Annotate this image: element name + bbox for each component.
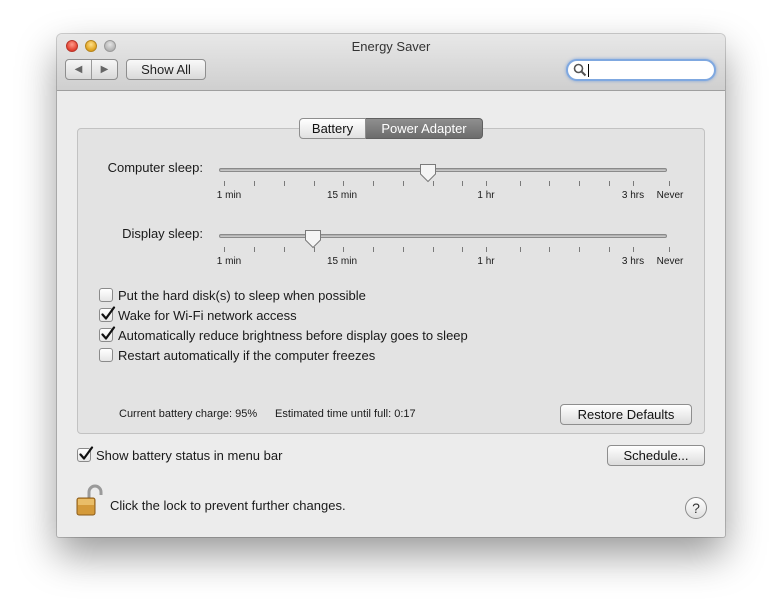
option-hard-disk-sleep[interactable]: Put the hard disk(s) to sleep when possi… bbox=[99, 286, 366, 304]
search-field[interactable] bbox=[566, 59, 716, 81]
time-until-full-status: Estimated time until full: 0:17 bbox=[275, 408, 416, 420]
tick bbox=[549, 247, 550, 252]
display-sleep-tick-15min: 15 min bbox=[326, 256, 358, 267]
help-icon[interactable]: ? bbox=[685, 497, 707, 519]
tick bbox=[486, 247, 487, 252]
tick bbox=[284, 181, 285, 186]
tick bbox=[373, 181, 374, 186]
computer-sleep-tick-1hr: 1 hr bbox=[477, 190, 495, 201]
tick bbox=[224, 181, 225, 186]
checkbox-unchecked[interactable] bbox=[99, 348, 113, 362]
tick bbox=[343, 181, 344, 186]
tick bbox=[462, 181, 463, 186]
tick bbox=[314, 181, 315, 186]
option-label: Show battery status in menu bar bbox=[96, 447, 283, 463]
checkmark-icon bbox=[101, 306, 116, 320]
computer-sleep-label: Computer sleep: bbox=[107, 160, 203, 175]
checkbox-checked[interactable] bbox=[77, 446, 94, 462]
tick bbox=[314, 247, 315, 252]
option-show-battery-status[interactable]: Show battery status in menu bar bbox=[77, 446, 282, 464]
tick bbox=[433, 181, 434, 186]
tick bbox=[373, 247, 374, 252]
tick bbox=[343, 247, 344, 252]
window-title: Energy Saver bbox=[351, 39, 431, 54]
tick bbox=[669, 181, 670, 186]
tab-battery[interactable]: Battery bbox=[299, 118, 366, 139]
checkbox-checked[interactable] bbox=[99, 306, 116, 322]
tick bbox=[403, 247, 404, 252]
display-sleep-label: Display sleep: bbox=[122, 226, 203, 241]
tick bbox=[224, 247, 225, 252]
display-sleep-tick-1hr: 1 hr bbox=[477, 256, 495, 267]
display-sleep-tick-1min: 1 min bbox=[216, 256, 242, 267]
computer-sleep-slider-thumb[interactable] bbox=[419, 163, 437, 183]
computer-sleep-track[interactable] bbox=[219, 168, 667, 172]
restore-defaults-button[interactable]: Restore Defaults bbox=[560, 404, 692, 425]
display-sleep-track[interactable] bbox=[219, 234, 667, 238]
tick bbox=[433, 247, 434, 252]
tab-power-adapter[interactable]: Power Adapter bbox=[366, 118, 483, 139]
search-icon bbox=[573, 63, 587, 77]
tick bbox=[669, 247, 670, 252]
display-sleep-tick-never: Never bbox=[656, 256, 684, 267]
tab-bar: Battery Power Adapter bbox=[299, 118, 483, 139]
tick bbox=[254, 247, 255, 252]
option-reduce-brightness[interactable]: Automatically reduce brightness before d… bbox=[99, 326, 468, 344]
unlocked-padlock-icon[interactable] bbox=[75, 484, 103, 518]
option-label: Automatically reduce brightness before d… bbox=[118, 327, 468, 343]
tick bbox=[403, 181, 404, 186]
show-all-button[interactable]: Show All bbox=[126, 59, 206, 80]
option-label: Wake for Wi-Fi network access bbox=[118, 307, 297, 323]
tick bbox=[633, 181, 634, 186]
battery-charge-status: Current battery charge: 95% bbox=[119, 408, 258, 420]
lock-message: Click the lock to prevent further change… bbox=[110, 498, 346, 513]
tick bbox=[462, 247, 463, 252]
tick bbox=[486, 181, 487, 186]
tick bbox=[633, 247, 634, 252]
option-label: Restart automatically if the computer fr… bbox=[118, 347, 376, 363]
computer-sleep-tick-3hrs: 3 hrs bbox=[621, 190, 645, 201]
energy-saver-window: Energy Saver ◀ ▶ Show All Battery Power … bbox=[57, 34, 725, 537]
tick bbox=[579, 181, 580, 186]
tick bbox=[609, 247, 610, 252]
computer-sleep-tick-never: Never bbox=[656, 190, 684, 201]
display-sleep-slider-thumb[interactable] bbox=[304, 229, 322, 249]
display-sleep-tick-3hrs: 3 hrs bbox=[621, 256, 645, 267]
tick bbox=[609, 181, 610, 186]
computer-sleep-tick-15min: 15 min bbox=[326, 190, 358, 201]
checkbox-unchecked[interactable] bbox=[99, 288, 113, 302]
tick bbox=[520, 247, 521, 252]
tick bbox=[254, 181, 255, 186]
back-forward-control: ◀ ▶ bbox=[65, 59, 118, 80]
computer-sleep-tick-1min: 1 min bbox=[216, 190, 242, 201]
forward-icon[interactable]: ▶ bbox=[92, 60, 117, 79]
tick bbox=[284, 247, 285, 252]
checkmark-icon bbox=[101, 326, 116, 340]
checkbox-checked[interactable] bbox=[99, 326, 116, 342]
text-cursor bbox=[588, 64, 589, 77]
tick bbox=[549, 181, 550, 186]
option-wake-wifi[interactable]: Wake for Wi-Fi network access bbox=[99, 306, 297, 324]
option-restart-freeze[interactable]: Restart automatically if the computer fr… bbox=[99, 346, 375, 364]
back-icon[interactable]: ◀ bbox=[66, 60, 92, 79]
schedule-button[interactable]: Schedule... bbox=[607, 445, 705, 466]
tick bbox=[520, 181, 521, 186]
title-bar: Energy Saver ◀ ▶ Show All bbox=[57, 34, 725, 91]
tick bbox=[579, 247, 580, 252]
checkmark-icon bbox=[79, 446, 94, 460]
option-label: Put the hard disk(s) to sleep when possi… bbox=[118, 287, 366, 303]
